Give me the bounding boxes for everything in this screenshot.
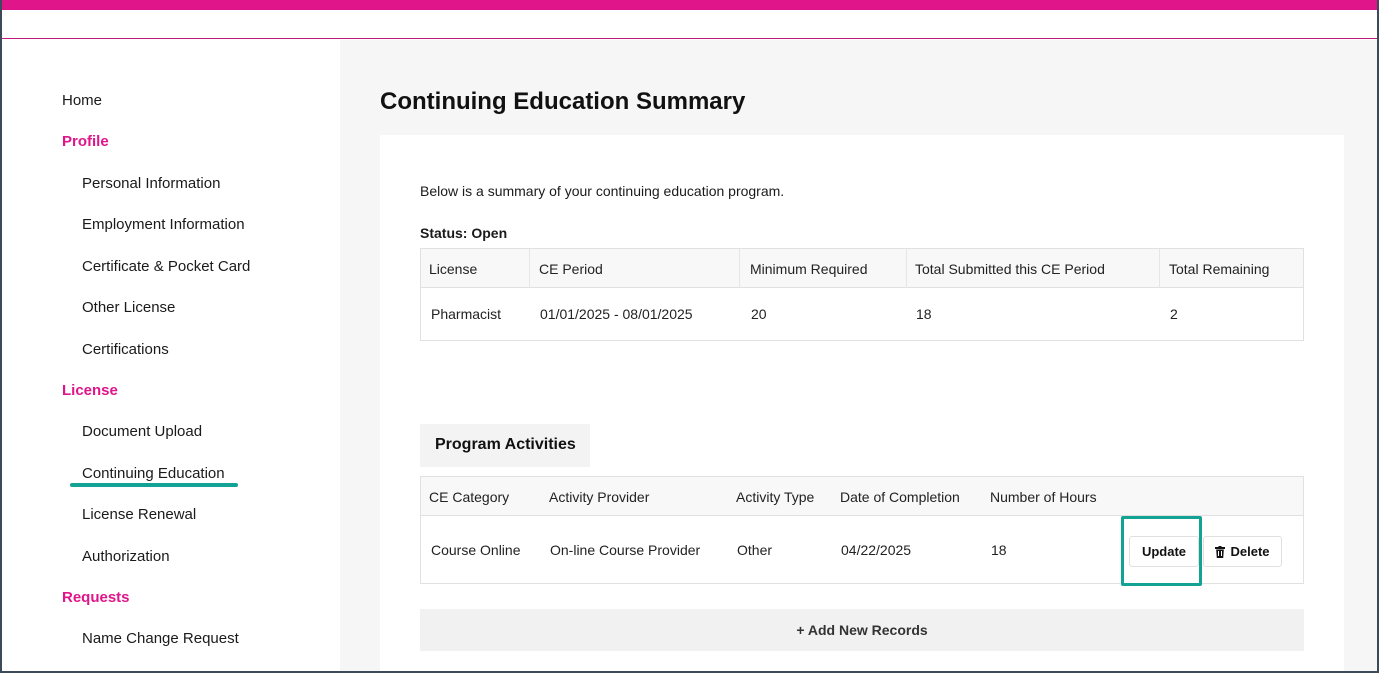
add-new-records-button[interactable]: + Add New Records [420, 609, 1304, 651]
sidebar-section-profile: Profile [62, 133, 109, 150]
status-line: Status: Open [420, 225, 507, 241]
update-button[interactable]: Update [1129, 536, 1199, 567]
delete-button-label: Delete [1230, 544, 1270, 559]
cell-minimum-required: 20 [751, 306, 767, 322]
col-header-total-remaining: Total Remaining [1169, 261, 1270, 277]
cell-ce-category: Course Online [431, 542, 521, 558]
header-bar [2, 10, 1377, 39]
sidebar-item-document-upload[interactable]: Document Upload [82, 423, 202, 440]
main-content: Continuing Education Summary Below is a … [340, 40, 1377, 671]
col-header-number-of-hours: Number of Hours [990, 489, 1097, 505]
cell-total-submitted: 18 [916, 306, 932, 322]
active-item-indicator [70, 483, 238, 487]
sidebar-item-certifications[interactable]: Certifications [82, 341, 169, 358]
sidebar-item-license-renewal[interactable]: License Renewal [82, 506, 196, 523]
app-window: Home Profile Personal Information Employ… [0, 0, 1379, 673]
status-value: Open [471, 225, 508, 241]
sidebar: Home Profile Personal Information Employ… [2, 40, 340, 671]
cell-total-remaining: 2 [1170, 306, 1178, 322]
cell-ce-period: 01/01/2025 - 08/01/2025 [540, 306, 693, 322]
col-header-activity-type: Activity Type [736, 489, 815, 505]
sidebar-item-name-change-request[interactable]: Name Change Request [82, 630, 239, 647]
delete-button[interactable]: Delete [1203, 536, 1282, 567]
summary-table: License CE Period Minimum Required Total… [420, 248, 1304, 341]
sidebar-item-home[interactable]: Home [62, 92, 102, 109]
cell-activity-provider: On-line Course Provider [550, 542, 701, 558]
tab-program-activities[interactable]: Program Activities [420, 424, 590, 467]
trash-icon [1215, 545, 1226, 558]
cell-number-of-hours: 18 [991, 542, 1007, 558]
sidebar-section-license: License [62, 382, 118, 399]
sidebar-item-employment-information[interactable]: Employment Information [82, 216, 245, 233]
table-row: Pharmacist 01/01/2025 - 08/01/2025 20 18… [421, 288, 1303, 340]
col-header-ce-period: CE Period [539, 261, 603, 277]
col-header-license: License [429, 261, 478, 277]
sidebar-item-personal-information[interactable]: Personal Information [82, 175, 220, 192]
summary-card: Below is a summary of your continuing ed… [380, 135, 1344, 671]
col-header-date-of-completion: Date of Completion [840, 489, 960, 505]
col-header-activity-provider: Activity Provider [549, 489, 650, 505]
cell-date-of-completion: 04/22/2025 [841, 542, 912, 558]
activities-table: CE Category Activity Provider Activity T… [420, 476, 1304, 586]
activities-table-header: CE Category Activity Provider Activity T… [421, 477, 1303, 516]
col-header-total-submitted: Total Submitted this CE Period [915, 261, 1105, 277]
intro-text: Below is a summary of your continuing ed… [420, 183, 785, 199]
sidebar-item-other-license[interactable]: Other License [82, 299, 175, 316]
sidebar-item-continuing-education[interactable]: Continuing Education [82, 465, 225, 482]
brand-top-bar [2, 0, 1377, 10]
cell-activity-type: Other [737, 542, 773, 558]
summary-table-header: License CE Period Minimum Required Total… [421, 249, 1303, 288]
sidebar-section-requests: Requests [62, 589, 130, 606]
col-header-minimum-required: Minimum Required [750, 261, 868, 277]
status-label: Status: [420, 225, 468, 241]
table-row: Course Online On-line Course Provider Ot… [421, 516, 1303, 586]
cell-license: Pharmacist [431, 306, 502, 322]
tab-program-activities-label: Program Activities [435, 436, 576, 453]
sidebar-item-authorization[interactable]: Authorization [82, 548, 170, 565]
page-title: Continuing Education Summary [380, 88, 746, 115]
col-header-ce-category: CE Category [429, 489, 510, 505]
sidebar-item-certificate-pocket-card[interactable]: Certificate & Pocket Card [82, 258, 250, 275]
